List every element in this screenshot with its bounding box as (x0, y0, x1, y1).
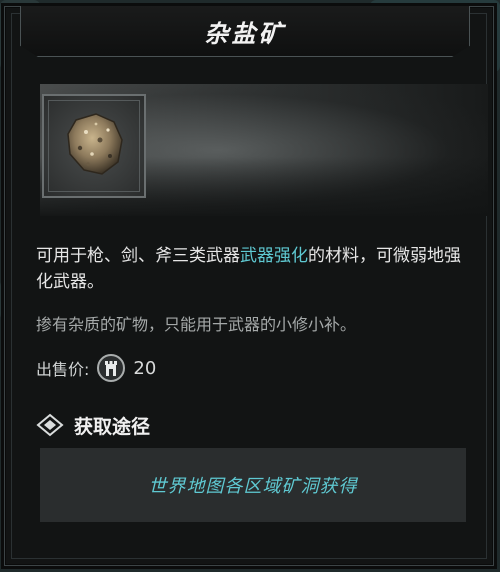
item-icon-frame (42, 94, 146, 198)
sell-price-label: 出售价: (36, 360, 90, 379)
source-entry-text: 世界地图各区域矿洞获得 (148, 476, 358, 497)
sell-price-value: 20 (133, 357, 157, 379)
item-flavor-text: 掺有杂质的矿物，只能用于武器的小修小补。 (36, 315, 357, 334)
tower-coin-icon (97, 354, 126, 382)
source-title: 获取途径 (74, 415, 151, 438)
weapon-upgrade-keyword: 武器强化 (240, 246, 308, 266)
diamond-icon (36, 413, 64, 437)
item-title-bar: 杂盐矿 (20, 6, 470, 57)
item-description: 可用于枪、剑、斧三类武器武器强化的材料，可微弱地强化武器。 (36, 246, 461, 292)
item-name: 杂盐矿 (204, 18, 286, 48)
ore-chunk-icon (67, 113, 123, 175)
sell-price-row: 出售价: 20 (36, 353, 156, 383)
source-entry[interactable]: 世界地图各区域矿洞获得 (40, 448, 466, 522)
source-header: 获取途径 (36, 410, 150, 440)
